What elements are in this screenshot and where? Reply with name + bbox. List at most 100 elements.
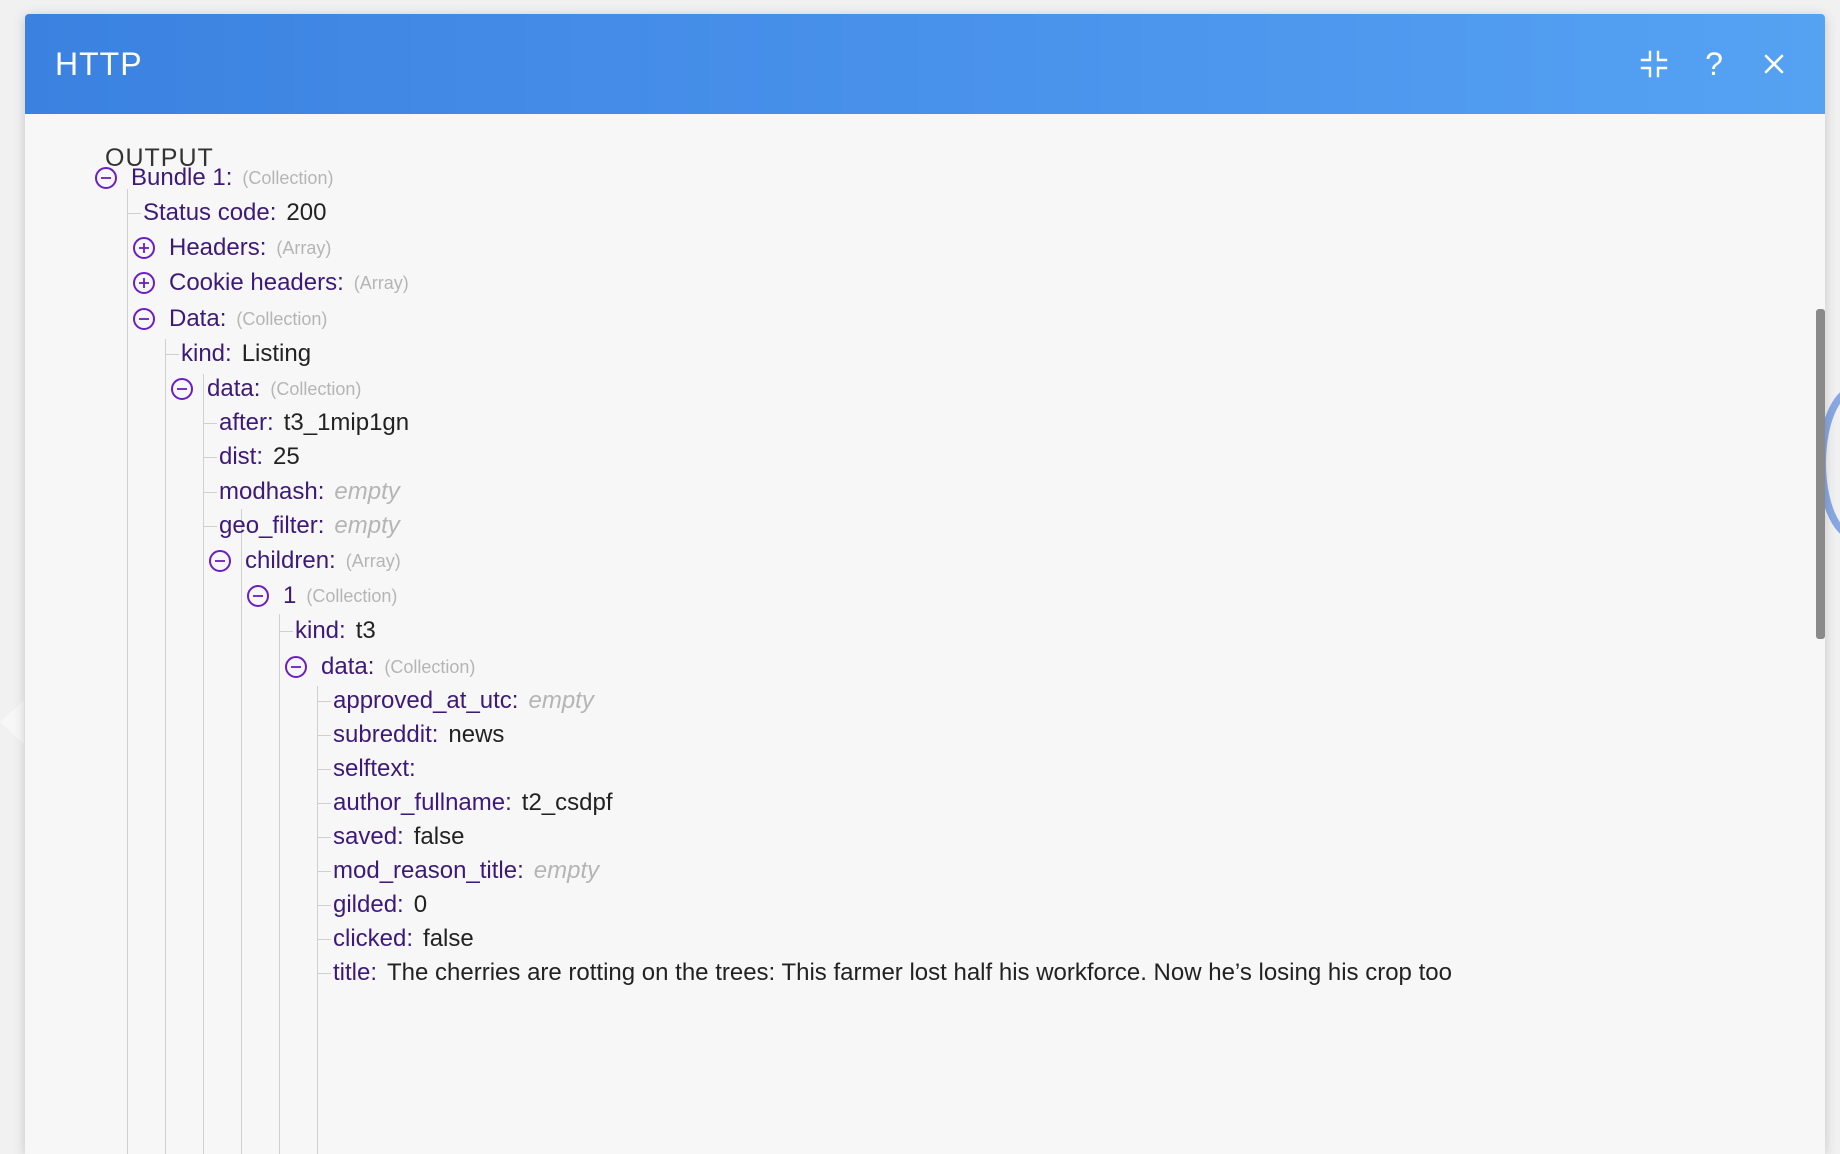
node-value: empty [334, 478, 400, 505]
node-key: geo_filter: [219, 512, 325, 539]
collapse-node-icon[interactable] [171, 378, 193, 400]
collapse-node-icon[interactable] [95, 167, 117, 189]
tree-branch-line [165, 354, 179, 355]
output-panel: OUTPUT Bundle 1: (Collection) Status code:… [25, 114, 1805, 1154]
tree-branch-line [317, 939, 331, 940]
node-key: selftext: [333, 755, 416, 782]
tree-row[interactable]: children: (Array) [209, 541, 401, 581]
tree-branch-line [203, 423, 217, 424]
tree-guide-line [165, 339, 166, 1154]
node-value: false [423, 925, 474, 952]
tree-guide-line [317, 686, 318, 1154]
node-type-label: (Collection) [242, 167, 334, 188]
node-key: data: [207, 375, 261, 402]
node-type-label: (Collection) [236, 308, 328, 329]
collapse-node-icon[interactable] [247, 585, 269, 607]
node-key: after: [219, 409, 274, 436]
node-type-label: (Array) [276, 237, 332, 258]
node-key: title: [333, 959, 378, 986]
modal-title: HTTP [55, 46, 143, 82]
collapse-node-icon[interactable] [209, 550, 231, 572]
collapse-node-icon[interactable] [285, 656, 307, 678]
node-key: approved_at_utc: [333, 687, 519, 714]
node-key: dist: [219, 443, 264, 470]
node-key: mod_reason_title: [333, 857, 524, 884]
node-key: data: [321, 653, 375, 680]
scrollbar-thumb[interactable] [1816, 309, 1825, 639]
node-key: Status code: [143, 199, 277, 226]
node-value: The cherries are rotting on the trees: T… [387, 959, 1452, 986]
node-key: author_fullname: [333, 789, 512, 816]
panel-pointer [0, 700, 24, 744]
tree-guide-line [203, 374, 204, 1154]
collapse-icon [1640, 50, 1668, 78]
modal-header: HTTP ? [25, 14, 1825, 114]
tree-guide-line [241, 509, 242, 1154]
node-value: 25 [273, 443, 300, 470]
node-value: empty [334, 512, 400, 539]
node-type-label: (Array) [345, 550, 401, 571]
node-value: false [413, 823, 465, 850]
tree-row: kind: Listing [181, 334, 311, 374]
tree-row: dist: 25 [219, 437, 300, 477]
node-key: Data: [169, 305, 227, 332]
node-value: t2_csdpf [521, 789, 613, 816]
tree-branch-line [127, 213, 141, 214]
tree-guide-line [127, 189, 128, 1154]
tree-row: geo_filter: empty [219, 506, 400, 546]
collapse-node-icon[interactable] [133, 308, 155, 330]
tree-row[interactable]: Bundle 1: (Collection) [95, 158, 333, 198]
node-type-label: (Collection) [270, 378, 362, 399]
node-key: clicked: [333, 925, 414, 952]
node-value: 0 [413, 891, 428, 918]
node-value: news [448, 721, 505, 748]
node-type-label: (Collection) [384, 656, 476, 677]
tree-branch-line [203, 492, 217, 493]
tree-row[interactable]: Headers: (Array) [133, 228, 331, 268]
tree-branch-line [317, 871, 331, 872]
close-button[interactable] [1754, 44, 1794, 84]
node-type-label: (Collection) [306, 585, 398, 606]
tree-row[interactable]: 1 (Collection) [247, 576, 397, 616]
tree-row: Status code: 200 [143, 193, 326, 233]
tree-branch-line [317, 905, 331, 906]
node-key: gilded: [333, 891, 404, 918]
node-key: Headers: [169, 234, 267, 261]
tree-branch-line [317, 701, 331, 702]
tree-branch-line [317, 837, 331, 838]
node-value: empty [533, 857, 600, 884]
tree-row: kind: t3 [295, 611, 376, 651]
tree-guide-line [279, 614, 280, 1154]
tree-branch-line [317, 803, 331, 804]
tree-row[interactable]: Cookie headers: (Array) [133, 263, 409, 303]
http-modal: HTTP ? OUTPUT Bundle 1: (Collection) Sta… [25, 14, 1825, 1154]
help-icon: ? [1705, 46, 1723, 82]
node-key: saved: [333, 823, 404, 850]
node-key: Cookie headers: [169, 269, 344, 296]
node-value: t3 [355, 617, 376, 644]
node-key: Bundle 1: [131, 164, 233, 191]
node-key: modhash: [219, 478, 325, 505]
expand-icon[interactable] [133, 272, 155, 294]
node-key: kind: [295, 617, 346, 644]
node-key: subreddit: [333, 721, 439, 748]
node-type-label: (Array) [353, 272, 409, 293]
node-value: t3_1mip1gn [283, 409, 410, 436]
tree-branch-line [317, 769, 331, 770]
node-value: empty [528, 687, 594, 714]
collapse-button[interactable] [1634, 44, 1674, 84]
tree-branch-line [279, 631, 293, 632]
expand-icon[interactable] [133, 237, 155, 259]
tree-row[interactable]: Data: (Collection) [133, 299, 327, 339]
node-value: Listing [241, 340, 312, 367]
tree-branch-line [203, 457, 217, 458]
help-button[interactable]: ? [1694, 44, 1734, 84]
node-key: children: [245, 547, 336, 574]
tree-branch-line [317, 735, 331, 736]
tree-row: title: The cherries are rotting on the tr… [333, 953, 1452, 993]
close-icon [1762, 52, 1786, 76]
tree-branch-line [203, 526, 217, 527]
tree-branch-line [317, 973, 331, 974]
node-key: 1 [283, 582, 297, 609]
node-key: kind: [181, 340, 232, 367]
